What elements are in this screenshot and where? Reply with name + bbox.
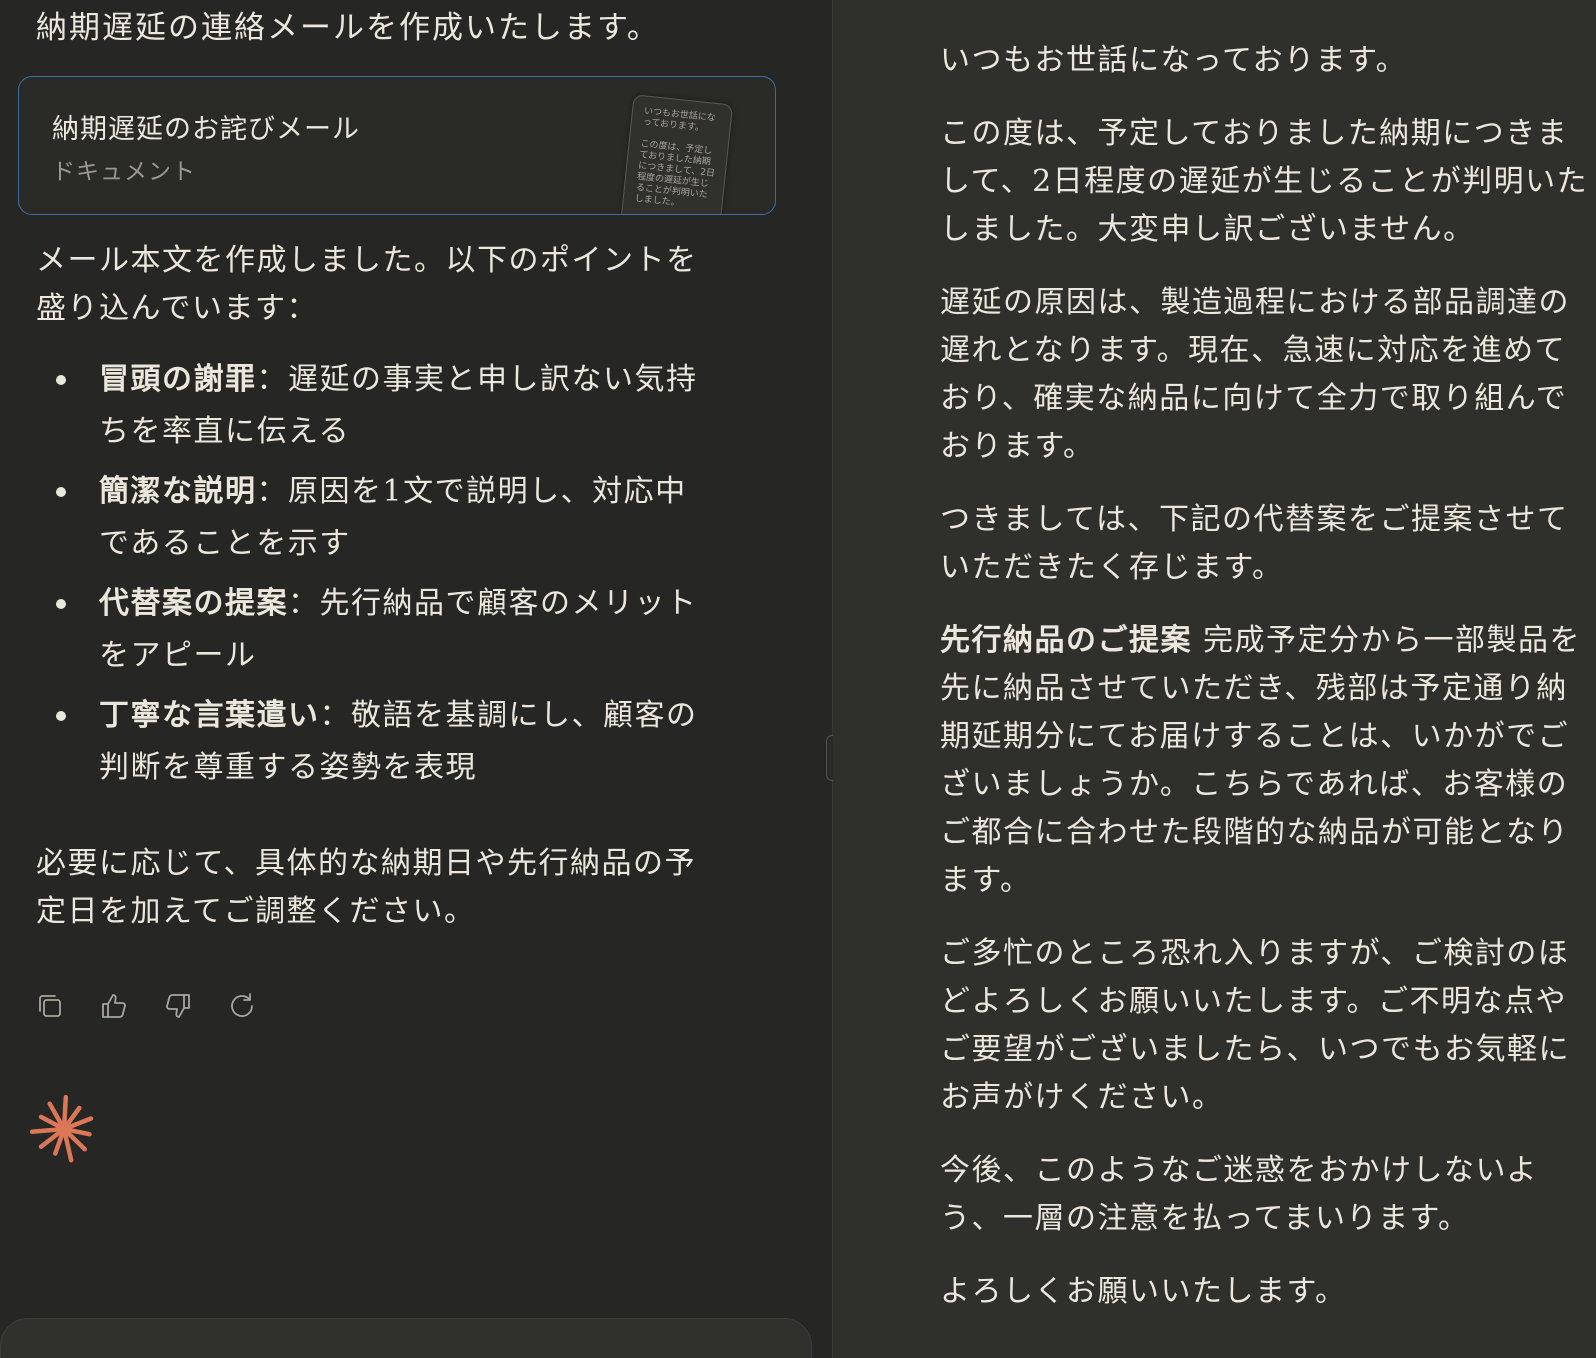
list-item: 丁寧な言葉遣い：敬語を基調にし、顧客の判断を尊重する姿勢を表現 xyxy=(36,690,716,794)
document-paragraph: 今後、このようなご迷惑をおかけしないよう、一層の注意を払ってまいります。 xyxy=(940,1153,1538,1236)
thumbs-down-button[interactable] xyxy=(160,988,196,1024)
thumbs-down-icon xyxy=(166,994,190,1018)
document-thumbnail-text: いつもお世話になっております。 この度は、予定しておりました納期につきまして、2… xyxy=(634,106,717,209)
retry-icon xyxy=(231,993,253,1017)
point-title: 丁寧な言葉遣い xyxy=(99,698,320,733)
thumbs-up-button[interactable] xyxy=(96,988,132,1024)
list-item: 冒頭の謝罪：遅延の事実と申し訳ない気持ちを率直に伝える xyxy=(36,354,716,458)
bullet-icon xyxy=(56,487,66,497)
document-paragraph: つきましては、下記の代替案をご提案させていただきたく存じます。 xyxy=(940,502,1569,585)
email-document: いつもお世話になっております。 この度は、予定しておりました納期につきまして、2… xyxy=(940,37,1590,1341)
point-title: 簡潔な説明 xyxy=(99,474,257,509)
message-actions xyxy=(32,988,260,1028)
proposal-title: 先行納品のご提案 xyxy=(940,623,1192,658)
document-thumbnail: いつもお世話になっております。 この度は、予定しておりました納期につきまして、2… xyxy=(618,94,734,214)
proposal-paragraph: 先行納品のご提案 完成予定分から一部製品を先に納品させていただき、残部は予定通り… xyxy=(940,617,1590,905)
document-signoff: よろしくお願いいたします。 xyxy=(940,1274,1347,1309)
thumbs-up-icon xyxy=(102,994,126,1018)
artifact-title: 納期遅延のお詫びメール xyxy=(52,114,360,145)
message-composer[interactable] xyxy=(0,1318,812,1358)
document-paragraph: 遅延の原因は、製造過程における部品調達の遅れとなります。現在、急速に対応を進めて… xyxy=(940,285,1570,464)
assistant-intro: 納期遅延の連絡メールを作成いたします。 xyxy=(36,10,660,46)
list-item: 代替案の提案：先行納品で顧客のメリットをアピール xyxy=(36,578,716,682)
document-paragraph: ご多忙のところ恐れ入りますが、ご検討のほどよろしくお願いいたします。ご不明な点や… xyxy=(940,936,1570,1115)
document-pane: いつもお世話になっております。 この度は、予定しておりました納期につきまして、2… xyxy=(833,0,1596,1358)
proposal-text: 完成予定分から一部製品を先に納品させていただき、残部は予定通り納期延期分にてお届… xyxy=(940,623,1582,898)
document-paragraph: いつもお世話になっております。 xyxy=(940,43,1408,78)
spark-ray xyxy=(30,1126,67,1134)
document-paragraph: この度は、予定しておりました納期につきまして、2日程度の遅延が生じることが判明い… xyxy=(940,116,1589,247)
bullet-icon xyxy=(56,375,66,385)
point-title: 代替案の提案 xyxy=(99,586,288,621)
artifact-card[interactable]: 納期遅延のお詫びメール ドキュメント いつもお世話になっております。 この度は、… xyxy=(18,76,776,215)
assistant-summary: メール本文を作成しました。以下のポイントを盛り込んでいます： xyxy=(36,243,698,326)
bullet-icon xyxy=(56,711,66,721)
spark-icon xyxy=(30,1095,94,1163)
chat-pane: 納期遅延の連絡メールを作成いたします。 納期遅延のお詫びメール ドキュメント い… xyxy=(0,0,832,1358)
copy-icon xyxy=(39,995,61,1017)
points-list: 冒頭の謝罪：遅延の事実と申し訳ない気持ちを率直に伝える 簡潔な説明：原因を1文で… xyxy=(36,354,716,802)
retry-button[interactable] xyxy=(224,988,260,1024)
copy-button[interactable] xyxy=(32,988,68,1024)
point-title: 冒頭の謝罪 xyxy=(99,362,257,397)
list-item: 簡潔な説明：原因を1文で説明し、対応中であることを示す xyxy=(36,466,716,570)
artifact-type: ドキュメント xyxy=(52,159,196,185)
assistant-closing: 必要に応じて、具体的な納期日や先行納品の予定日を加えてご調整ください。 xyxy=(36,846,696,929)
bullet-icon xyxy=(56,599,66,609)
